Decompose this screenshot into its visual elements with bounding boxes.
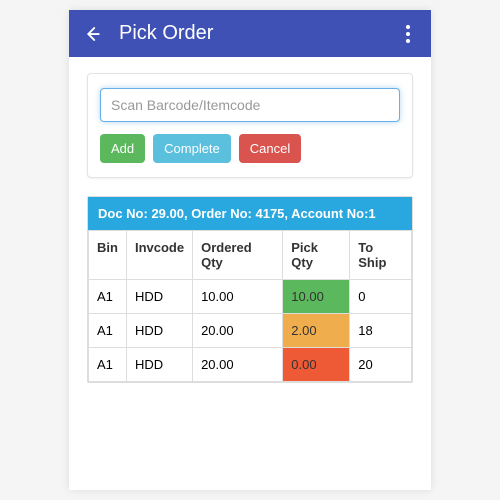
items-table: Bin Invcode Ordered Qty Pick Qty To Ship… bbox=[88, 230, 412, 382]
overflow-menu-icon[interactable] bbox=[399, 25, 417, 43]
cell-pick[interactable]: 10.00 bbox=[283, 280, 350, 314]
cell-pick[interactable]: 0.00 bbox=[283, 348, 350, 382]
col-bin: Bin bbox=[89, 231, 127, 280]
col-pick: Pick Qty bbox=[283, 231, 350, 280]
table-row[interactable]: A1HDD20.002.0018 bbox=[89, 314, 412, 348]
cell-invcode: HDD bbox=[126, 314, 192, 348]
back-icon[interactable] bbox=[83, 25, 101, 43]
col-toship: To Ship bbox=[350, 231, 412, 280]
col-ordered: Ordered Qty bbox=[193, 231, 283, 280]
cell-toship: 0 bbox=[350, 280, 412, 314]
table-header-row: Bin Invcode Ordered Qty Pick Qty To Ship bbox=[89, 231, 412, 280]
scan-input[interactable] bbox=[100, 88, 400, 122]
cell-toship: 20 bbox=[350, 348, 412, 382]
app-bar: Pick Order bbox=[69, 10, 431, 57]
doc-card: Doc No: 29.00, Order No: 4175, Account N… bbox=[87, 196, 413, 383]
complete-button[interactable]: Complete bbox=[153, 134, 231, 163]
add-button[interactable]: Add bbox=[100, 134, 145, 163]
scan-card: Add Complete Cancel bbox=[87, 73, 413, 178]
cell-invcode: HDD bbox=[126, 348, 192, 382]
cancel-button[interactable]: Cancel bbox=[239, 134, 301, 163]
cell-ordered: 10.00 bbox=[193, 280, 283, 314]
cell-bin: A1 bbox=[89, 280, 127, 314]
action-buttons: Add Complete Cancel bbox=[100, 134, 400, 163]
app-screen: Pick Order Add Complete Cancel Doc No: 2… bbox=[69, 10, 431, 490]
cell-ordered: 20.00 bbox=[193, 314, 283, 348]
page-title: Pick Order bbox=[119, 22, 381, 45]
cell-bin: A1 bbox=[89, 348, 127, 382]
table-row[interactable]: A1HDD20.000.0020 bbox=[89, 348, 412, 382]
cell-invcode: HDD bbox=[126, 280, 192, 314]
cell-toship: 18 bbox=[350, 314, 412, 348]
content-area: Add Complete Cancel Doc No: 29.00, Order… bbox=[69, 57, 431, 399]
cell-ordered: 20.00 bbox=[193, 348, 283, 382]
col-invcode: Invcode bbox=[126, 231, 192, 280]
doc-header: Doc No: 29.00, Order No: 4175, Account N… bbox=[88, 197, 412, 230]
table-row[interactable]: A1HDD10.0010.000 bbox=[89, 280, 412, 314]
cell-bin: A1 bbox=[89, 314, 127, 348]
cell-pick[interactable]: 2.00 bbox=[283, 314, 350, 348]
